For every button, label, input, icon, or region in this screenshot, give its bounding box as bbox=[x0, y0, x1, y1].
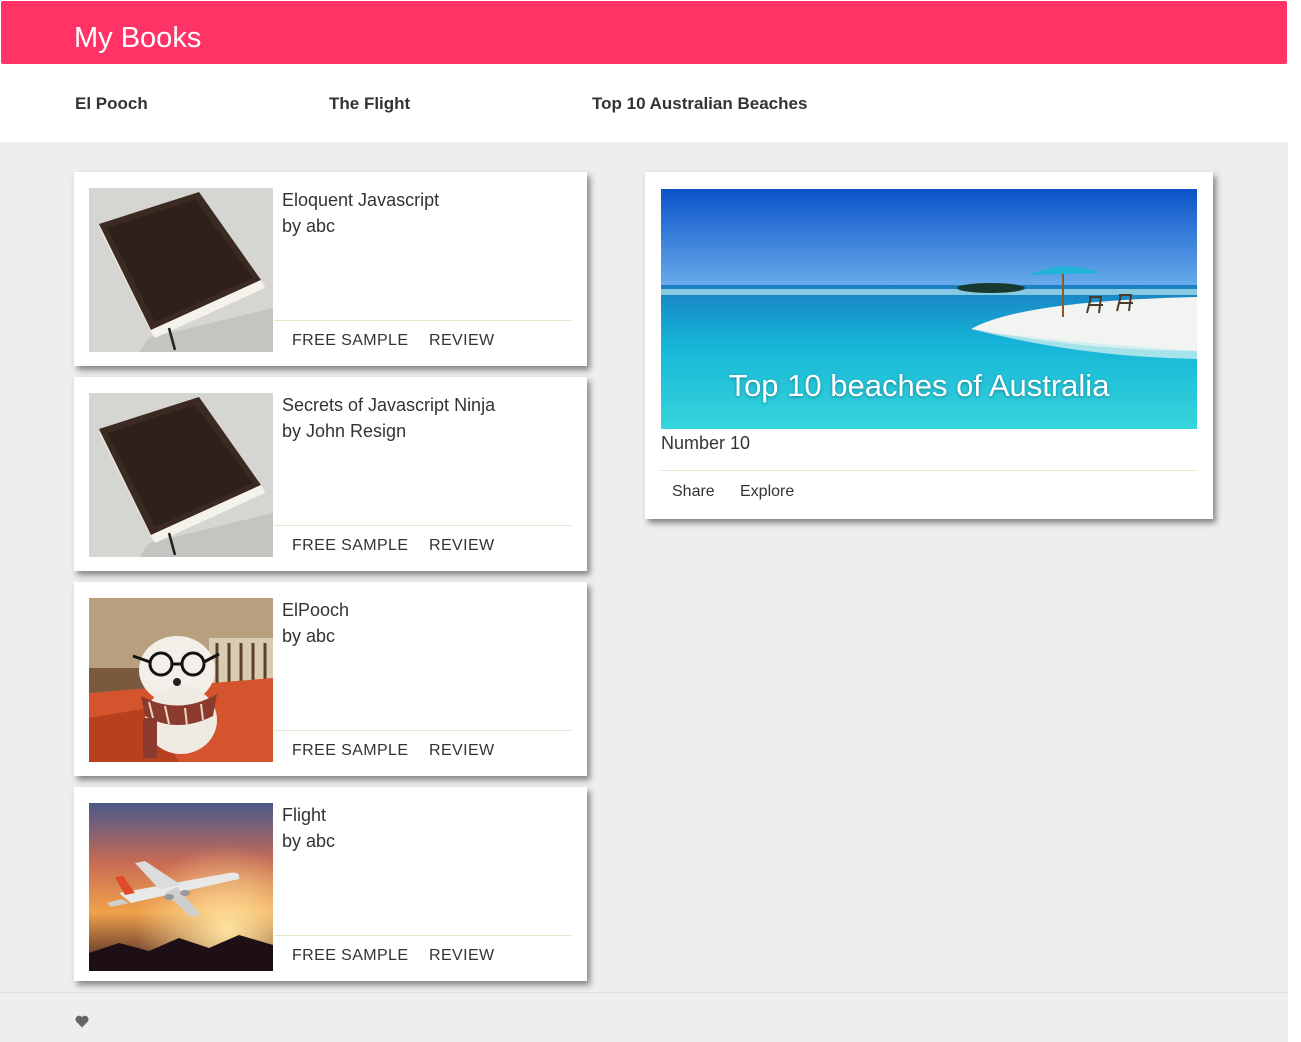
app-title: My Books bbox=[74, 22, 202, 54]
page-footer bbox=[0, 992, 1288, 1042]
share-button[interactable]: Share bbox=[672, 482, 715, 502]
book-title: ElPooch bbox=[282, 600, 350, 620]
book-author: by John Resign bbox=[282, 421, 407, 441]
book-card: Secrets of Javascript Ninja by John Resi… bbox=[74, 377, 587, 571]
page: My Books El Pooch The Flight Top 10 Aust… bbox=[0, 0, 1301, 1042]
card-divider bbox=[274, 320, 572, 321]
card-divider bbox=[274, 525, 572, 526]
feature-subtitle: Number 10 bbox=[661, 433, 751, 453]
review-button[interactable]: REVIEW bbox=[429, 331, 495, 351]
book-cover-image[interactable] bbox=[89, 188, 273, 352]
heart-icon bbox=[75, 1015, 89, 1028]
book-card: Eloquent Javascript by abc FREE SAMPLE R… bbox=[74, 172, 587, 366]
card-divider bbox=[274, 935, 572, 936]
airplane-photo-image[interactable] bbox=[89, 803, 273, 971]
book-author: by abc bbox=[282, 216, 336, 236]
nav-link-el-pooch[interactable]: El Pooch bbox=[75, 93, 148, 115]
review-button[interactable]: REVIEW bbox=[429, 536, 495, 556]
explore-button[interactable]: Explore bbox=[740, 482, 794, 502]
book-cover-graphic bbox=[89, 393, 273, 557]
top-nav: El Pooch The Flight Top 10 Australian Be… bbox=[0, 64, 1288, 142]
airplane-photo-graphic bbox=[89, 803, 273, 971]
card-divider bbox=[274, 730, 572, 731]
nav-link-australian-beaches[interactable]: Top 10 Australian Beaches bbox=[592, 93, 807, 115]
dog-photo-graphic bbox=[89, 598, 273, 762]
book-card: Flight by abc FREE SAMPLE REVIEW bbox=[74, 787, 587, 981]
nav-link-the-flight[interactable]: The Flight bbox=[329, 93, 410, 115]
book-author: by abc bbox=[282, 626, 336, 646]
feature-card: Top 10 beaches of Australia Number 10 Sh… bbox=[645, 172, 1213, 519]
free-sample-button[interactable]: FREE SAMPLE bbox=[292, 741, 408, 761]
page-edge bbox=[1288, 0, 1301, 1042]
book-card: ElPooch by abc FREE SAMPLE REVIEW bbox=[74, 582, 587, 776]
app-header: My Books bbox=[1, 1, 1287, 64]
book-title: Eloquent Javascript bbox=[282, 190, 440, 210]
dog-photo-image[interactable] bbox=[89, 598, 273, 762]
book-title: Flight bbox=[282, 805, 327, 825]
card-divider bbox=[661, 470, 1197, 471]
book-author: by abc bbox=[282, 831, 336, 851]
free-sample-button[interactable]: FREE SAMPLE bbox=[292, 536, 408, 556]
book-cover-graphic bbox=[89, 188, 273, 352]
beach-photo-image[interactable]: Top 10 beaches of Australia bbox=[661, 189, 1197, 429]
free-sample-button[interactable]: FREE SAMPLE bbox=[292, 331, 408, 351]
book-cover-image[interactable] bbox=[89, 393, 273, 557]
feature-caption: Top 10 beaches of Australia bbox=[728, 368, 1110, 403]
book-title: Secrets of Javascript Ninja bbox=[282, 395, 496, 415]
review-button[interactable]: REVIEW bbox=[429, 946, 495, 966]
free-sample-button[interactable]: FREE SAMPLE bbox=[292, 946, 408, 966]
review-button[interactable]: REVIEW bbox=[429, 741, 495, 761]
